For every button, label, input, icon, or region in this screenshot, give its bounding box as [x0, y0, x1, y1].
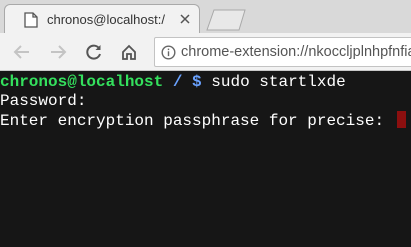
tab-strip: chronos@localhost:/ — [0, 0, 411, 34]
back-icon[interactable] — [13, 43, 31, 61]
terminal-line: chronos@localhost / $ sudo startlxde — [0, 73, 411, 92]
url-text: chrome-extension://nkoccljplnhpfnfia — [181, 44, 411, 60]
terminal-command: sudo startlxde — [201, 73, 346, 91]
prompt-symbol: $ — [192, 73, 202, 91]
new-tab-button[interactable] — [205, 8, 249, 32]
prompt-user: chronos@localhost — [0, 73, 164, 91]
terminal-screen[interactable]: chronos@localhost / $ sudo startlxde Pas… — [0, 71, 411, 247]
tab-title: chronos@localhost:/ — [47, 12, 165, 27]
address-bar[interactable]: chrome-extension://nkoccljplnhpfnfia — [154, 37, 411, 67]
toolbar: chrome-extension://nkoccljplnhpfnfia — [0, 33, 411, 71]
forward-icon[interactable] — [49, 43, 67, 61]
close-icon[interactable] — [180, 14, 190, 24]
prompt-path: / — [163, 73, 193, 91]
home-icon[interactable] — [120, 43, 138, 61]
terminal-line: Enter encryption passphrase for precise: — [0, 111, 411, 130]
tab-terminal[interactable]: chronos@localhost:/ — [4, 4, 200, 34]
terminal-cursor — [396, 111, 406, 128]
reload-icon[interactable] — [85, 43, 103, 61]
info-icon[interactable] — [161, 45, 176, 60]
passphrase-prompt: Enter encryption passphrase for precise: — [0, 112, 394, 130]
terminal-line: Password: — [0, 92, 87, 110]
page-icon — [24, 12, 38, 28]
